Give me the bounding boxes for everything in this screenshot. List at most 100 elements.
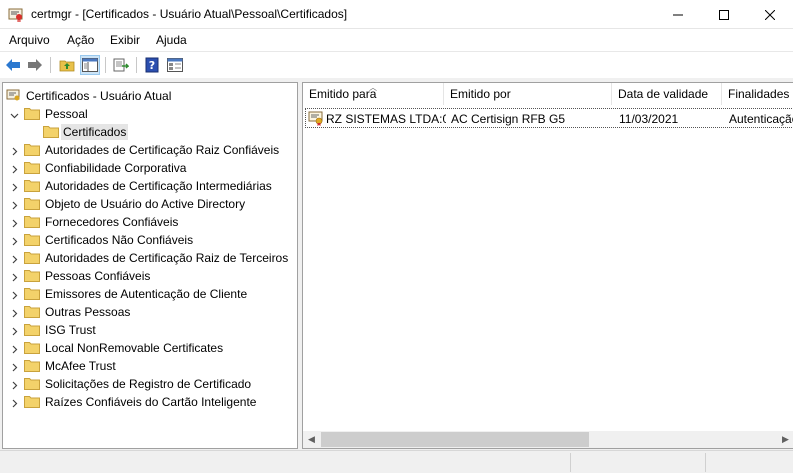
chevron-right-icon[interactable]	[10, 163, 19, 174]
tree-pane[interactable]: Certificados - Usuário Atual Pessoal Cer…	[2, 82, 298, 449]
status-separator	[570, 453, 571, 472]
column-header-label: Emitido para	[309, 87, 377, 101]
certmgr-icon[interactable]	[8, 6, 24, 22]
chevron-right-icon[interactable]	[10, 307, 19, 318]
tree-item-label: Fornecedores Confiáveis	[45, 215, 179, 229]
chevron-right-icon[interactable]	[10, 199, 19, 210]
chevron-right-icon[interactable]	[10, 379, 19, 390]
scrollbar-thumb[interactable]	[321, 432, 589, 447]
chevron-right-icon[interactable]	[10, 181, 19, 192]
maximize-icon	[719, 9, 729, 20]
column-header-label: Emitido por	[450, 87, 511, 101]
tree-item-store[interactable]: Autoridades de Certificação Raiz de Terc…	[3, 249, 293, 267]
tree-item-store[interactable]: ISG Trust	[3, 321, 293, 339]
tree-item-label: Certificados	[61, 124, 129, 140]
chevron-right-icon[interactable]	[10, 361, 19, 372]
tree-item-store[interactable]: Objeto de Usuário do Active Directory	[3, 195, 293, 213]
chevron-right-icon[interactable]	[10, 217, 19, 228]
column-header-finalidades[interactable]: Finalidades	[722, 83, 793, 105]
close-button[interactable]	[747, 0, 793, 29]
column-header-label: Finalidades	[728, 87, 790, 101]
tree-item-label: Objeto de Usuário do Active Directory	[45, 197, 246, 211]
scroll-right-icon[interactable]: ▶	[777, 431, 793, 448]
tree-item-store[interactable]: Solicitações de Registro de Certificado	[3, 375, 293, 393]
list-pane[interactable]: ︿ Emitido para Emitido por Data de valid…	[302, 82, 793, 449]
tree-root[interactable]: Certificados - Usuário Atual	[3, 87, 293, 105]
menu-arquivo[interactable]: Arquivo	[9, 33, 50, 47]
chevron-right-icon[interactable]	[10, 289, 19, 300]
cell-issued-by: AC Certisign RFB G5	[451, 112, 566, 126]
tree-item-certificados[interactable]: Certificados	[3, 123, 293, 141]
tree-item-store[interactable]: McAfee Trust	[3, 357, 293, 375]
tree-item-label: Pessoal	[45, 107, 88, 121]
tree-item-store[interactable]: Local NonRemovable Certificates	[3, 339, 293, 357]
forward-button[interactable]	[25, 55, 45, 75]
export-list-button[interactable]	[111, 55, 131, 75]
horizontal-scrollbar[interactable]: ◀ ▶	[303, 431, 793, 448]
svg-text:?: ?	[149, 59, 155, 72]
chevron-down-icon[interactable]	[10, 109, 19, 119]
properties-button[interactable]	[165, 55, 185, 75]
minimize-icon	[673, 14, 683, 15]
show-hide-tree-button[interactable]	[80, 55, 100, 75]
folder-icon	[24, 269, 40, 282]
tree-item-label: Certificados Não Confiáveis	[45, 233, 194, 247]
folder-icon	[24, 359, 40, 372]
folder-icon	[24, 377, 40, 390]
tree-item-label: Emissores de Autenticação de Cliente	[45, 287, 248, 301]
folder-icon	[24, 395, 40, 408]
tree-item-store[interactable]: Raízes Confiáveis do Cartão Inteligente	[3, 393, 293, 411]
chevron-right-icon[interactable]	[10, 253, 19, 264]
chevron-right-icon[interactable]	[10, 397, 19, 408]
cell-purposes: Autenticação	[729, 112, 793, 126]
tree-root-label: Certificados - Usuário Atual	[26, 89, 172, 103]
chevron-right-icon[interactable]	[10, 235, 19, 246]
tree-item-store[interactable]: Confiabilidade Corporativa	[3, 159, 293, 177]
status-separator	[705, 453, 706, 472]
tree-item-label: Raízes Confiáveis do Cartão Inteligente	[45, 395, 257, 409]
table-row[interactable]: RZ SISTEMAS LTDA:0... AC Certisign RFB G…	[305, 108, 793, 128]
tree-item-label: Autoridades de Certificação Raiz Confiáv…	[45, 143, 280, 157]
export-list-icon	[113, 58, 129, 72]
title-bar: certmgr - [Certificados - Usuário Atual\…	[0, 0, 793, 29]
tree-item-store[interactable]: Autoridades de Certificação Raiz Confiáv…	[3, 141, 293, 159]
column-header-emitido-por[interactable]: Emitido por	[444, 83, 612, 105]
tree-item-label: Confiabilidade Corporativa	[45, 161, 187, 175]
back-button[interactable]	[3, 55, 23, 75]
tree-item-label: Solicitações de Registro de Certificado	[45, 377, 252, 391]
chevron-right-icon[interactable]	[10, 145, 19, 156]
status-bar	[0, 450, 793, 473]
menu-ajuda[interactable]: Ajuda	[156, 33, 187, 47]
toolbar-separator	[105, 57, 106, 73]
folder-icon	[24, 179, 40, 192]
properties-icon	[167, 58, 183, 72]
show-hide-tree-icon	[82, 58, 98, 72]
tree-item-store[interactable]: Emissores de Autenticação de Cliente	[3, 285, 293, 303]
menu-exibir[interactable]: Exibir	[110, 33, 140, 47]
folder-icon	[24, 161, 40, 174]
maximize-button[interactable]	[701, 0, 747, 29]
scroll-left-icon[interactable]: ◀	[303, 431, 320, 448]
chevron-right-icon[interactable]	[10, 271, 19, 282]
folder-icon	[24, 197, 40, 210]
tree-item-store[interactable]: Outras Pessoas	[3, 303, 293, 321]
tree-item-store[interactable]: Pessoas Confiáveis	[3, 267, 293, 285]
up-folder-button[interactable]	[57, 55, 77, 75]
help-button[interactable]: ?	[142, 55, 162, 75]
minimize-button[interactable]	[655, 0, 701, 29]
toolbar-separator	[136, 57, 137, 73]
tree-item-store[interactable]: Certificados Não Confiáveis	[3, 231, 293, 249]
folder-icon	[24, 233, 40, 246]
column-header-emitido-para[interactable]: ︿ Emitido para	[303, 83, 444, 105]
chevron-right-icon[interactable]	[10, 325, 19, 336]
folder-icon	[24, 143, 40, 156]
column-header-data-validade[interactable]: Data de validade	[612, 83, 722, 105]
chevron-right-icon[interactable]	[10, 343, 19, 354]
menu-acao[interactable]: Ação	[67, 33, 94, 47]
help-icon: ?	[145, 57, 159, 73]
tree-item-pessoal[interactable]: Pessoal	[3, 105, 293, 123]
tree-item-store[interactable]: Autoridades de Certificação Intermediári…	[3, 177, 293, 195]
tree-item-store[interactable]: Fornecedores Confiáveis	[3, 213, 293, 231]
sort-up-icon: ︿	[369, 83, 377, 92]
back-arrow-icon	[6, 59, 20, 71]
